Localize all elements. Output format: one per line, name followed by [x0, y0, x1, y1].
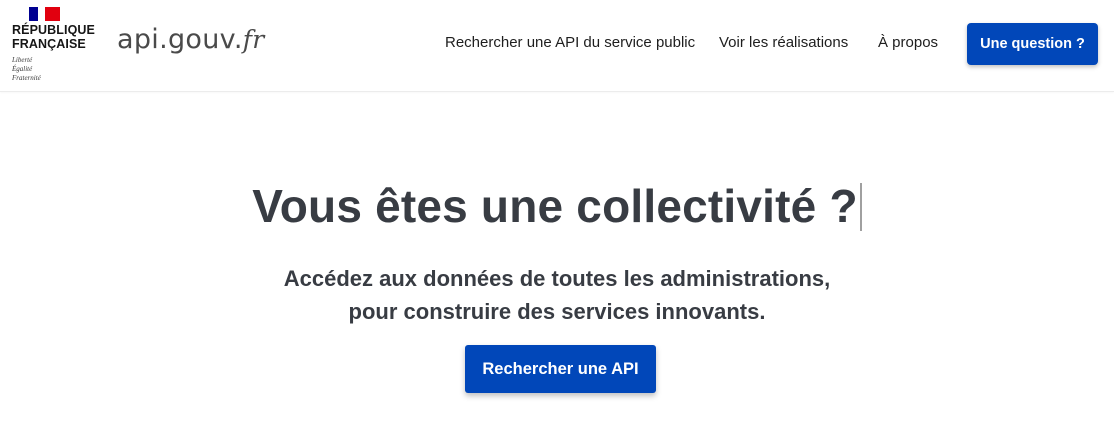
- nav-link-about[interactable]: À propos: [878, 34, 938, 51]
- logo-line-1: RÉPUBLIQUE: [12, 23, 95, 37]
- hero-title: Vous êtes une collectivité ?: [252, 180, 858, 232]
- brand-main: api.gouv.: [117, 24, 243, 55]
- hero-subtitle: Accédez aux données de toutes les admini…: [0, 262, 1114, 328]
- question-button[interactable]: Une question ?: [967, 23, 1098, 65]
- nav-link-realisations[interactable]: Voir les réalisations: [719, 34, 848, 51]
- hero-subtitle-line-1: Accédez aux données de toutes les admini…: [283, 266, 831, 291]
- republique-francaise-logo[interactable]: RÉPUBLIQUE FRANÇAISE Liberté Égalité Fra…: [12, 5, 102, 87]
- nav-link-search-api[interactable]: Rechercher une API du service public: [445, 34, 695, 51]
- site-brand-link[interactable]: api.gouv.fr: [117, 24, 265, 55]
- site-header: RÉPUBLIQUE FRANÇAISE Liberté Égalité Fra…: [0, 0, 1114, 92]
- search-api-button[interactable]: Rechercher une API: [465, 345, 656, 393]
- motto-egalite: Égalité: [12, 65, 33, 73]
- brand-tld: fr: [242, 25, 265, 54]
- motto-liberte: Liberté: [12, 56, 33, 64]
- logo-line-2: FRANÇAISE: [12, 37, 86, 51]
- motto-fraternite: Fraternité: [12, 74, 41, 82]
- hero-title-container: Vous êtes une collectivité ?: [0, 178, 1114, 234]
- french-flag-icon: [29, 7, 60, 21]
- typing-caret: [859, 182, 862, 231]
- hero-subtitle-line-2: pour construire des services innovants.: [348, 299, 766, 324]
